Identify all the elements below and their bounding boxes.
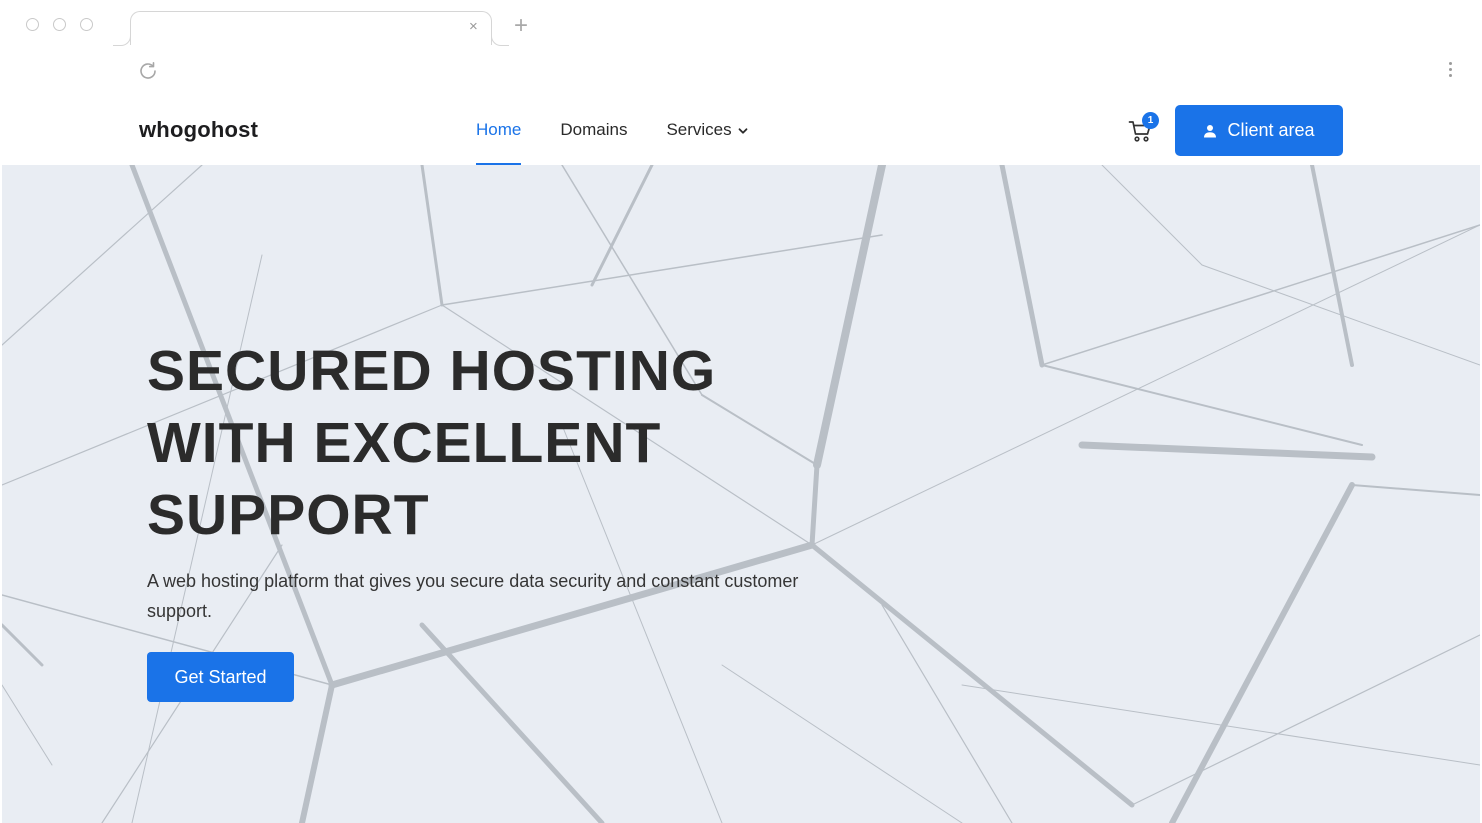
main-menu: Home Domains Services <box>476 95 787 165</box>
new-tab-icon[interactable]: + <box>514 13 528 39</box>
browser-tab[interactable] <box>130 11 492 45</box>
nav-item-services[interactable]: Services <box>666 95 748 165</box>
hero-title-line: SECURED HOSTING <box>147 339 717 403</box>
nav-item-label: Home <box>476 120 522 139</box>
nav-item-domains[interactable]: Domains <box>560 95 627 165</box>
hero-title-line: WITH EXCELLENT <box>147 411 662 475</box>
get-started-button[interactable]: Get Started <box>147 652 294 702</box>
brand-logo[interactable]: whogohost <box>139 117 258 143</box>
user-icon <box>1204 124 1217 137</box>
kebab-menu-icon[interactable] <box>1446 62 1454 82</box>
cart-count-badge: 1 <box>1142 112 1159 129</box>
tab-edge <box>491 30 509 46</box>
tab-edge <box>113 30 131 46</box>
minimize-window-icon[interactable] <box>53 18 66 31</box>
hero-title: SECURED HOSTING WITH EXCELLENT SUPPORT <box>147 335 867 551</box>
get-started-label: Get Started <box>174 666 267 687</box>
hero-section: SECURED HOSTING WITH EXCELLENT SUPPORT A… <box>2 165 1480 823</box>
hero-title-line: SUPPORT <box>147 483 430 547</box>
client-area-label: Client area <box>1227 120 1315 140</box>
client-area-button[interactable]: Client area <box>1175 105 1343 156</box>
reload-icon[interactable] <box>136 59 160 83</box>
nav-item-label: Services <box>666 120 732 139</box>
maximize-window-icon[interactable] <box>80 18 93 31</box>
close-window-icon[interactable] <box>26 18 39 31</box>
browser-chrome: × + <box>0 0 1482 95</box>
nav-item-label: Domains <box>560 120 628 139</box>
tab-close-icon[interactable]: × <box>469 18 478 36</box>
chevron-down-icon <box>738 128 748 134</box>
nav-item-home[interactable]: Home <box>476 95 522 165</box>
hero-subtitle: A web hosting platform that gives you se… <box>147 571 799 621</box>
window-controls <box>26 18 93 31</box>
